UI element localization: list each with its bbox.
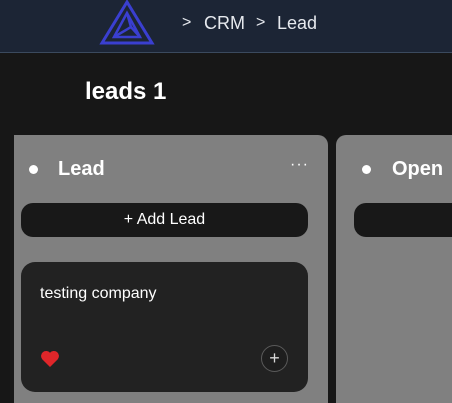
breadcrumb-separator: > — [256, 14, 266, 31]
logo-icon[interactable] — [98, 0, 156, 46]
add-activity-button[interactable]: + — [261, 345, 288, 372]
kanban-column-open: Open — [336, 135, 452, 403]
column-title: Open — [392, 158, 444, 180]
card-title: testing company — [40, 285, 157, 302]
add-lead-button[interactable]: + Add Lead — [21, 203, 308, 237]
top-navigation-bar: > CRM > Lead — [0, 0, 452, 53]
column-status-dot — [29, 165, 38, 174]
add-open-button[interactable] — [354, 203, 452, 237]
heart-icon[interactable] — [40, 350, 60, 368]
column-title: Lead — [58, 158, 105, 180]
lead-card[interactable]: testing company + — [21, 262, 308, 392]
ellipsis-icon[interactable]: ··· — [290, 157, 309, 173]
breadcrumb-lead[interactable]: Lead — [277, 13, 317, 34]
page-title: leads 1 — [85, 78, 167, 105]
kanban-column-lead: Lead ··· + Add Lead testing company + — [14, 135, 328, 403]
breadcrumb-separator: > — [182, 14, 192, 31]
column-status-dot — [362, 165, 371, 174]
breadcrumb-crm[interactable]: CRM — [204, 13, 245, 34]
